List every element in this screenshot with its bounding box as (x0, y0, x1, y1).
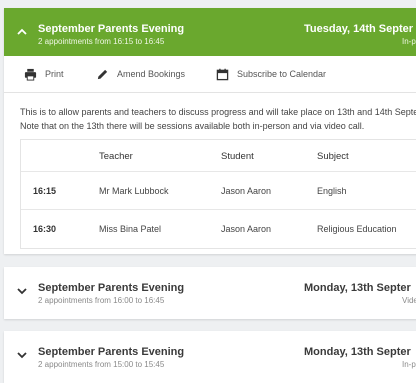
table-row: 16:15 Mr Mark Lubbock Jason Aaron Englis… (21, 171, 416, 210)
teacher-name: Miss Bina Patel (99, 224, 162, 234)
appointment-summary: 2 appointments from 15:00 to 15:45 (38, 360, 165, 369)
appointment-date: Tuesday, 14th Septer (304, 23, 414, 35)
table-row: 16:30 Miss Bina Patel Jason Aaron Religi… (21, 209, 416, 248)
subject-name: Religious Education (317, 224, 397, 234)
description-line: This is to allow parents and teachers to… (20, 107, 416, 117)
subject-name: English (317, 186, 347, 196)
amend-bookings-button[interactable]: Amend Bookings (96, 67, 185, 81)
appointment-header[interactable]: September Parents Evening 2 appointments… (4, 8, 416, 56)
appointment-mode: In-p (402, 37, 416, 46)
appointment-card-collapsed[interactable]: September Parents Evening 2 appointments… (4, 331, 416, 383)
appointment-date: Monday, 13th Septer (304, 282, 411, 294)
subscribe-calendar-label: Subscribe to Calendar (237, 69, 327, 79)
student-name: Jason Aaron (221, 186, 272, 196)
chevron-down-icon[interactable] (16, 349, 28, 361)
appointment-card-expanded: September Parents Evening 2 appointments… (4, 8, 416, 254)
appointment-header[interactable]: September Parents Evening 2 appointments… (4, 267, 416, 315)
appointment-header[interactable]: September Parents Evening 2 appointments… (4, 331, 416, 379)
printer-icon (24, 68, 37, 81)
print-label: Print (45, 69, 64, 79)
appointment-summary: 2 appointments from 16:15 to 16:45 (38, 37, 165, 46)
calendar-icon (216, 68, 229, 80)
appointment-title: September Parents Evening (38, 282, 185, 294)
student-name: Jason Aaron (221, 224, 272, 234)
event-description: This is to allow parents and teachers to… (20, 105, 416, 133)
chevron-down-icon[interactable] (16, 285, 28, 297)
appointment-title: September Parents Evening (38, 346, 185, 358)
column-header-student: Student (221, 151, 254, 162)
subscribe-calendar-button[interactable]: Subscribe to Calendar (216, 67, 326, 81)
column-header-teacher: Teacher (99, 151, 133, 162)
print-button[interactable]: Print (24, 67, 64, 81)
appointment-date: Monday, 13th Septer (304, 346, 411, 358)
appointment-summary: 2 appointments from 16:00 to 16:45 (38, 296, 165, 305)
appointment-title: September Parents Evening (38, 23, 185, 35)
appointment-mode: In-p (402, 360, 416, 369)
appointments-table: Teacher Student Subject 16:15 Mr Mark Lu… (20, 139, 416, 249)
appointment-toolbar: Print Amend Bookings Subscribe to Calend… (4, 56, 416, 93)
appointment-card-collapsed[interactable]: September Parents Evening 2 appointments… (4, 267, 416, 319)
amend-bookings-label: Amend Bookings (117, 69, 186, 79)
description-line: Note that on the 13th there will be sess… (20, 121, 365, 131)
appointment-time: 16:15 (33, 186, 57, 196)
column-header-subject: Subject (317, 151, 349, 162)
teacher-name: Mr Mark Lubbock (99, 186, 169, 196)
appointment-time: 16:30 (33, 224, 57, 234)
table-header-row: Teacher Student Subject (21, 140, 416, 170)
appointment-mode: Vide (402, 296, 416, 305)
pencil-icon (97, 69, 108, 79)
chevron-up-icon[interactable] (16, 26, 28, 38)
